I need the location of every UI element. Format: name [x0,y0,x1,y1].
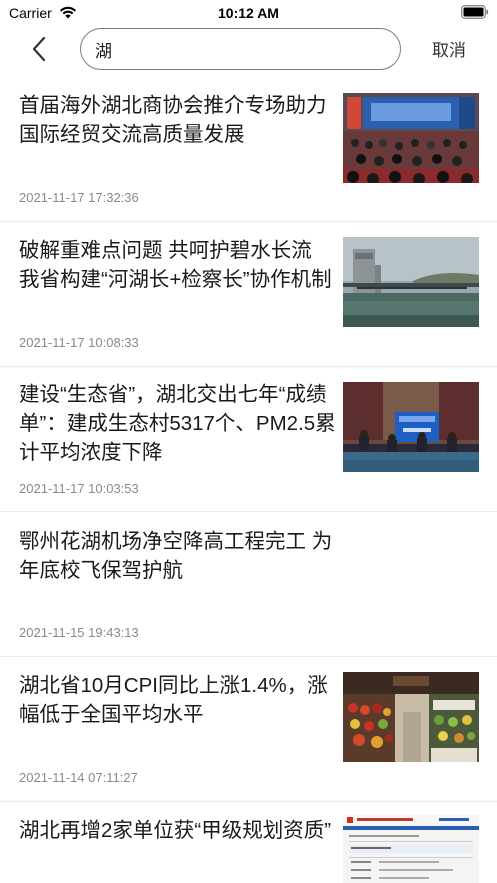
news-item[interactable]: 湖北省10月CPI同比上涨1.4%，涨幅低于全国平均水平 2021-11-14 … [0,657,497,801]
news-thumbnail [343,93,479,183]
battery-icon [461,5,489,19]
search-box[interactable] [80,28,401,70]
news-item[interactable]: 破解重难点问题 共呵护碧水长流 我省构建“河湖长+检察长”协作机制 2021-1… [0,222,497,366]
news-thumbnail [343,382,479,472]
news-item[interactable]: 建设“生态省”，湖北交出七年“成绩单”：建成生态村5317个、PM2.5累计平均… [0,367,497,511]
chevron-left-icon [32,36,46,62]
river-dam-photo [343,237,479,327]
news-date: 2021-11-15 19:43:13 [19,625,139,640]
news-title: 湖北再增2家单位获“甲级规划资质” [19,819,332,842]
search-header: 取消 [0,26,497,72]
news-title: 破解重难点问题 共呵护碧水长流 我省构建“河湖长+检察长”协作机制 [19,239,332,291]
news-thumbnail [343,815,479,883]
conference-hall-photo [343,93,479,183]
news-item[interactable]: 鄂州花湖机场净空降高工程完工 为年底校飞保驾护航 2021-11-15 19:4… [0,512,497,656]
news-title: 鄂州花湖机场净空降高工程完工 为年底校飞保驾护航 [19,530,333,582]
press-conference-photo [343,382,479,472]
news-list: 首届海外湖北商协会推介专场助力国际经贸交流高质量发展 2021-11-17 17… [0,77,497,883]
news-title: 湖北省10月CPI同比上涨1.4%，涨幅低于全国平均水平 [19,674,328,726]
news-title: 建设“生态省”，湖北交出七年“成绩单”：建成生态村5317个、PM2.5累计平均… [19,383,336,464]
news-date: 2021-11-17 10:03:53 [19,481,139,496]
search-input[interactable] [95,37,385,61]
news-date: 2021-11-17 10:08:33 [19,335,139,350]
cancel-button[interactable]: 取消 [424,35,474,61]
news-item[interactable]: 首届海外湖北商协会推介专场助力国际经贸交流高质量发展 2021-11-17 17… [0,77,497,221]
status-time: 10:12 AM [218,5,279,21]
supermarket-produce-photo [343,672,479,762]
status-bar: Carrier 10:12 AM [0,0,497,26]
news-thumbnail [343,672,479,762]
news-date: 2021-11-17 17:32:36 [19,190,139,205]
government-website-screenshot [343,815,479,883]
news-title: 首届海外湖北商协会推介专场助力国际经贸交流高质量发展 [19,94,327,146]
news-date: 2021-11-14 07:11:27 [19,770,138,785]
back-button[interactable] [22,32,56,66]
news-thumbnail [343,237,479,327]
news-item[interactable]: 湖北再增2家单位获“甲级规划资质” [0,802,497,883]
